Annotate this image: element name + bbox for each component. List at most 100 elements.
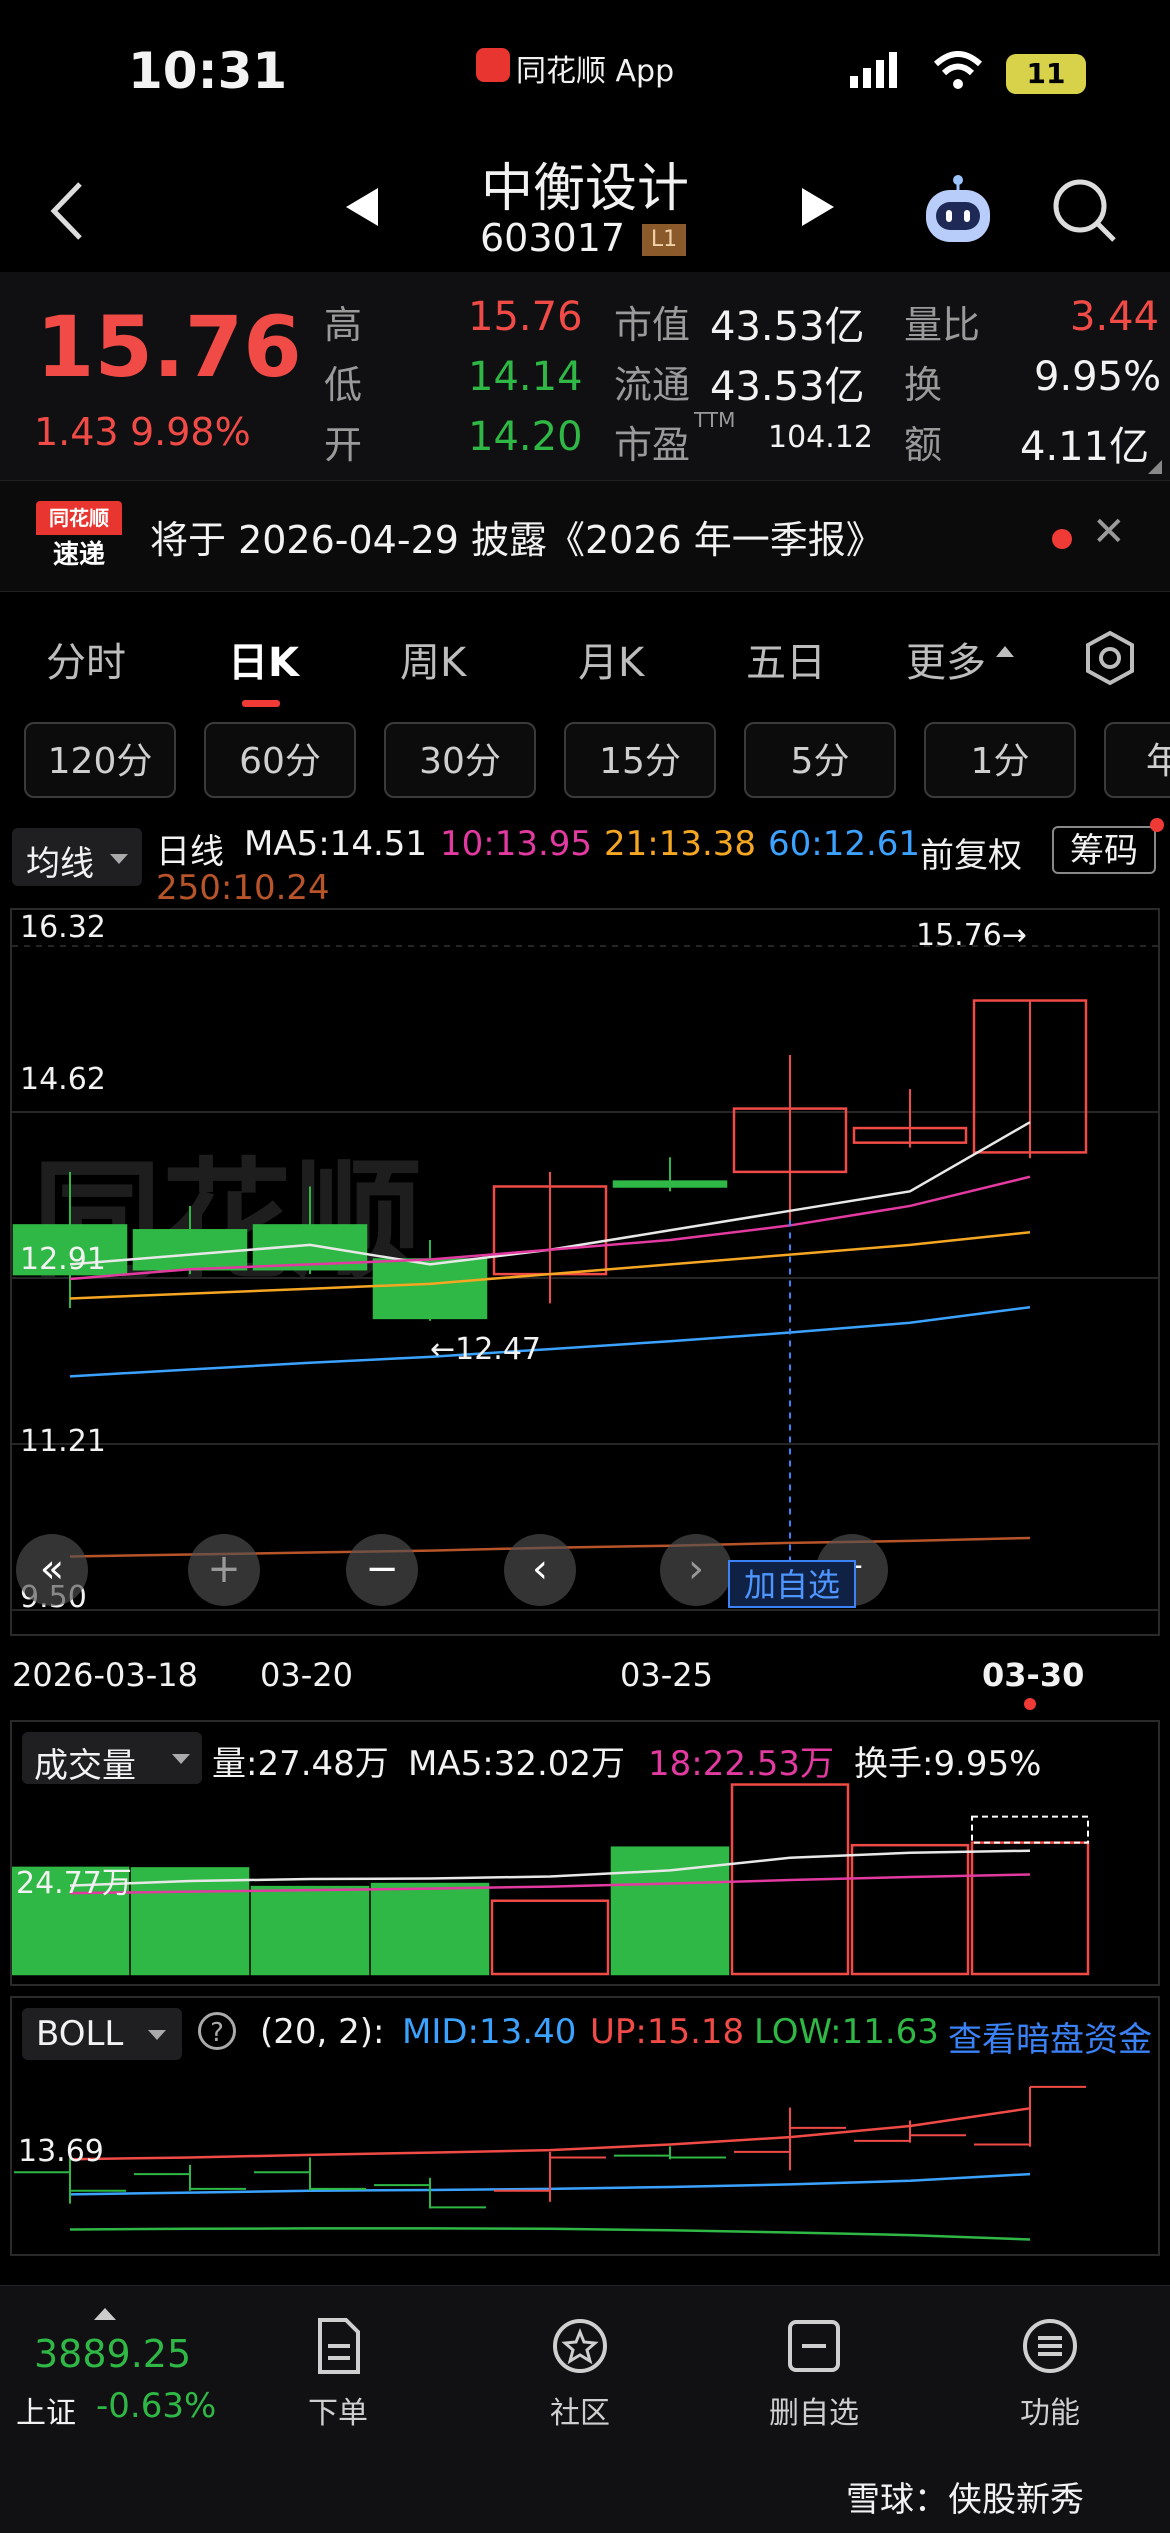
tab-intraday[interactable]: 分时 <box>46 630 126 688</box>
index-expand-icon[interactable] <box>94 2308 116 2320</box>
boll-panel[interactable]: BOLL ? (20, 2): MID:13.40 UP:15.18 LOW:1… <box>10 1996 1160 2256</box>
settings-icon[interactable] <box>1082 630 1138 686</box>
nav-bar: 中衡设计 603017 L1 <box>0 140 1170 270</box>
period-60m-button[interactable]: 60分 <box>204 722 356 798</box>
boll-low-line <box>69 2227 1031 2241</box>
bottom-bar: 3889.25 上证 -0.63% 下单 社区 删自选 功能 雪球：侠股新秀 <box>0 2285 1170 2533</box>
turnover-value: 9.95% <box>1034 354 1162 400</box>
period-15m-button[interactable]: 15分 <box>564 722 716 798</box>
open-label: 开 <box>324 423 363 467</box>
ma-selector[interactable]: 均线 <box>12 828 142 886</box>
community-button[interactable]: 社区 <box>510 2316 650 2432</box>
chip-dot <box>1150 818 1164 832</box>
boll-chart-svg <box>14 2085 1086 2241</box>
order-label: 下单 <box>308 2396 368 2431</box>
function-label: 功能 <box>1020 2396 1080 2431</box>
wifi-icon <box>932 48 984 92</box>
volume-ratio-label: 量比 <box>904 303 981 347</box>
robot-assistant-icon[interactable] <box>918 170 998 250</box>
kline-type-label: 日线 <box>156 832 224 872</box>
status-time: 10:31 <box>128 42 288 100</box>
minute-period-row: 120分 60分 30分 15分 5分 1分 年 <box>0 722 1170 806</box>
scroll-left-icon[interactable]: ‹ <box>504 1534 576 1606</box>
price-change-pct: 9.98% <box>130 410 251 454</box>
volume-bar <box>970 1841 1090 1976</box>
x-label-start: 2026-03-18 <box>12 1656 198 1694</box>
high-value: 15.76 <box>468 294 583 340</box>
tab-five-day[interactable]: 五日 <box>746 630 826 688</box>
scroll-right-icon[interactable]: › <box>660 1534 732 1606</box>
battery-icon: 11 <box>1006 54 1086 94</box>
index-name: 上证 <box>16 2396 76 2431</box>
function-button[interactable]: 功能 <box>980 2316 1120 2432</box>
notice-text: 将于 2026-04-29 披露《2026 年一季报》 <box>150 518 884 562</box>
quote-panel: 15.76 1.43 9.98% 高 15.76 低 14.14 开 14.20… <box>0 272 1170 480</box>
news-logo-bottom: 速递 <box>52 540 105 570</box>
volume-bar <box>490 1899 610 1976</box>
function-menu-icon <box>1023 2319 1077 2373</box>
close-icon[interactable]: ✕ <box>1092 509 1126 555</box>
search-icon[interactable] <box>1050 176 1120 246</box>
boll-up-line <box>69 2107 1031 2161</box>
kline-chart-svg[interactable]: 同花顺 <box>12 910 1158 1634</box>
adjust-label[interactable]: 前复权 <box>920 828 1022 877</box>
today-dot <box>1024 1698 1036 1710</box>
status-app-name: 同花顺 App <box>516 54 675 89</box>
index-value[interactable]: 3889.25 <box>34 2332 191 2376</box>
ma10-value: 10:13.95 <box>440 824 593 864</box>
boll-y-label: 13.69 <box>18 2134 104 2169</box>
period-120m-button[interactable]: 120分 <box>24 722 176 798</box>
y-label-3: 12.91 <box>20 1242 106 1277</box>
high-marker: 15.76→ <box>916 918 1028 953</box>
period-5m-button[interactable]: 5分 <box>744 722 896 798</box>
next-stock-icon[interactable] <box>796 182 840 232</box>
stock-code: 603017 <box>480 216 626 260</box>
tab-weekly-k[interactable]: 周K <box>400 630 466 688</box>
mcap-value: 43.53亿 <box>710 304 865 350</box>
period-tabs: 分时 日K 周K 月K 五日 更多 <box>0 600 1170 720</box>
prev-stock-icon[interactable] <box>340 182 384 232</box>
chip-button[interactable]: 筹码 <box>1052 826 1156 874</box>
tab-more[interactable]: 更多 <box>906 630 986 688</box>
order-button[interactable]: 下单 <box>268 2316 408 2432</box>
chevron-down-icon <box>110 854 128 864</box>
signal-icon <box>850 50 900 90</box>
zoom-fit-icon[interactable]: « <box>16 1534 88 1606</box>
volume-bar <box>250 1885 370 1976</box>
pe-ttm-label: TTM <box>694 408 736 432</box>
period-1m-button[interactable]: 1分 <box>924 722 1076 798</box>
tab-monthly-k[interactable]: 月K <box>578 630 644 688</box>
news-logo-top: 同花顺 <box>36 501 122 535</box>
y-label-top: 16.32 <box>20 910 106 945</box>
notice-bar[interactable]: 同花顺 速递 将于 2026-04-29 披露《2026 年一季报》 ✕ <box>0 480 1170 592</box>
ma5-value: MA5:14.51 <box>244 824 428 864</box>
volume-chart-svg <box>12 1783 1090 1976</box>
community-icon <box>553 2319 607 2373</box>
low-marker: ←12.47 <box>430 1332 542 1367</box>
more-caret-icon <box>996 646 1014 657</box>
low-label: 低 <box>324 363 363 407</box>
back-icon[interactable] <box>44 176 94 246</box>
add-watchlist-button[interactable]: 加自选 <box>728 1560 856 1608</box>
period-year-button[interactable]: 年 <box>1104 722 1170 798</box>
volume-bar <box>370 1882 490 1976</box>
remove-watchlist-button[interactable]: 删自选 <box>744 2316 884 2432</box>
amount-label: 额 <box>904 423 943 467</box>
unread-dot <box>1052 529 1072 549</box>
candle-body <box>372 1258 488 1320</box>
low-value: 14.14 <box>468 354 583 400</box>
remove-watchlist-icon <box>788 2320 840 2372</box>
volume-y-label: 24.77万 <box>16 1866 132 1901</box>
amount-value: 4.11亿 <box>1020 424 1150 470</box>
zoom-in-icon[interactable]: + <box>188 1534 260 1606</box>
expand-corner-icon[interactable] <box>1148 460 1162 474</box>
period-30m-button[interactable]: 30分 <box>384 722 536 798</box>
kline-chart-panel[interactable]: 同花顺 16.32 14.62 12.91 11.21 9.50 15.76→ … <box>10 908 1160 1636</box>
turnover-label: 换 <box>904 363 943 407</box>
x-label-0325: 03-25 <box>620 1656 713 1694</box>
tab-daily-k[interactable]: 日K <box>228 630 299 688</box>
mcap-label: 市值 <box>614 303 691 347</box>
current-price: 15.76 <box>36 298 302 396</box>
volume-panel[interactable]: 成交量 量:27.48万 MA5:32.02万 18:22.53万 换手:9.9… <box>10 1720 1160 1986</box>
zoom-out-icon[interactable]: − <box>346 1534 418 1606</box>
